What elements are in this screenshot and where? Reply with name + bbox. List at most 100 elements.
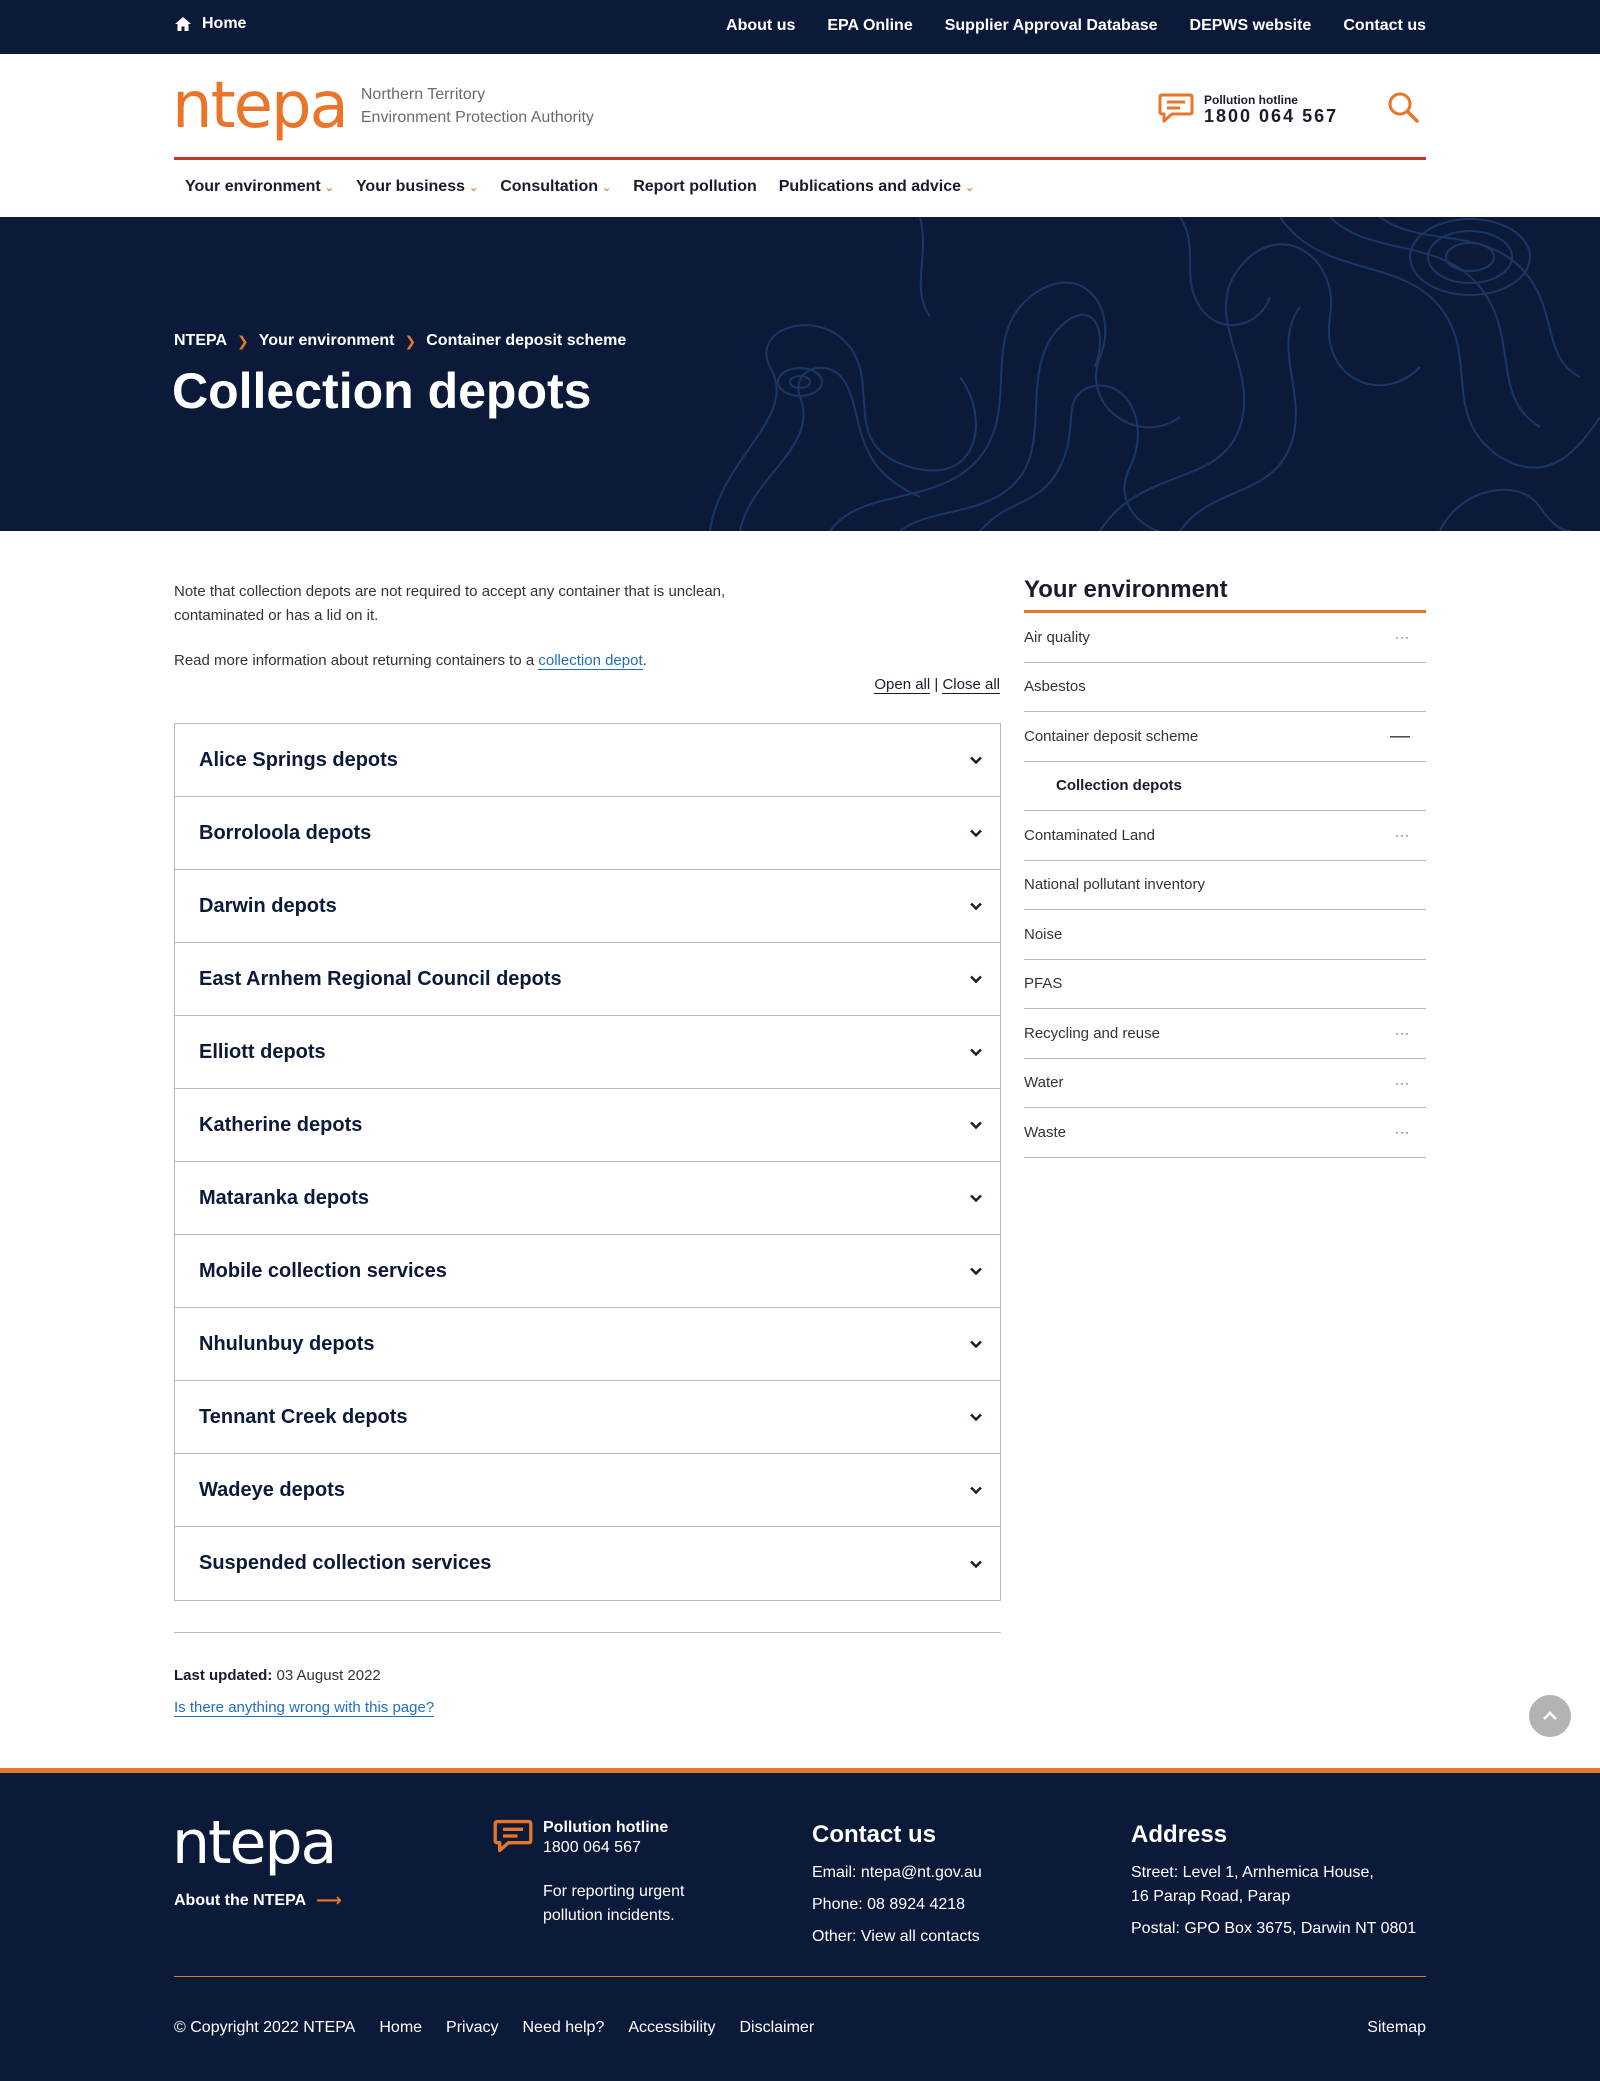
search-button[interactable] [1386, 90, 1422, 126]
logo-line-2: Environment Protection Authority [360, 109, 594, 126]
footer-phone-link[interactable]: Phone: 08 8924 4218 [812, 1896, 965, 1913]
footer-street-1: Street: Level 1, Arnhemica House, [1131, 1864, 1374, 1881]
nav-your-environment[interactable]: Your environment ⌄ [174, 178, 345, 196]
more-icon[interactable]: ··· [1395, 1026, 1410, 1040]
epa-online-link[interactable]: EPA Online [827, 17, 912, 35]
depots-accordion: Alice Springs depots Borroloola depots D… [174, 723, 1001, 1601]
nav-label: Your business [355, 178, 465, 195]
sidebar-item-label: PFAS [1024, 975, 1063, 993]
accordion-item-suspended[interactable]: Suspended collection services [175, 1527, 1000, 1600]
depws-website-link[interactable]: DEPWS website [1190, 17, 1312, 35]
sidebar-item-label: Waste [1024, 1123, 1066, 1141]
sidebar-item-noise[interactable]: Noise [1024, 910, 1426, 960]
header-rule [174, 157, 1426, 160]
footer-hotline-number[interactable]: 1800 064 567 [543, 1839, 641, 1856]
sidebar-item-label: Air quality [1024, 628, 1090, 646]
footer-sitemap-link[interactable]: Sitemap [1367, 2019, 1426, 2037]
main-nav: Your environment ⌄ Your business ⌄ Consult… [174, 178, 985, 196]
logo-mark: ntepa [172, 69, 349, 143]
chevron-right-icon: ❯ [404, 332, 417, 349]
pollution-hotline[interactable]: Pollution hotline 1800 064 567 [1158, 92, 1338, 125]
more-icon[interactable]: ··· [1395, 1125, 1410, 1139]
collapse-icon[interactable]: — [1390, 725, 1410, 748]
back-to-top-button[interactable] [1529, 1695, 1571, 1737]
accordion-title: Tennant Creek depots [199, 1405, 408, 1428]
site-logo[interactable]: ntepa Northern Territory Environment Pro… [172, 74, 594, 138]
read-more-suffix: . [642, 652, 647, 669]
home-label: Home [202, 15, 247, 32]
sidebar-subitem-collection-depots[interactable]: Collection depots [1024, 762, 1426, 811]
accordion-item-borroloola[interactable]: Borroloola depots [175, 797, 1000, 870]
utility-bar: Home About us EPA Online Supplier Approv… [0, 0, 1600, 54]
breadcrumb-your-environment[interactable]: Your environment [259, 332, 395, 350]
chevron-up-icon [1543, 1711, 1557, 1720]
sidebar-heading: Your environment [1024, 576, 1426, 613]
sidebar-item-label: Container deposit scheme [1024, 727, 1199, 745]
open-all-button[interactable]: Open all [874, 676, 931, 694]
chevron-down-icon: ⌄ [324, 181, 334, 194]
footer-disclaimer-link[interactable]: Disclaimer [739, 2019, 814, 2037]
supplier-approval-database-link[interactable]: Supplier Approval Database [945, 17, 1158, 35]
close-all-button[interactable]: Close all [942, 676, 1000, 694]
chevron-down-icon [970, 1048, 982, 1057]
chevron-down-icon [970, 902, 982, 911]
sidebar-item-water[interactable]: Water ··· [1024, 1059, 1426, 1108]
about-us-link[interactable]: About us [726, 17, 795, 35]
sidebar-item-label: Noise [1024, 925, 1063, 943]
footer-accessibility-link[interactable]: Accessibility [628, 2019, 715, 2037]
controls-separator: | [934, 676, 939, 693]
footer-postal: Postal: GPO Box 3675, Darwin NT 0801 [1131, 1920, 1417, 1937]
accordion-item-tennant-creek[interactable]: Tennant Creek depots [175, 1381, 1000, 1454]
nav-label: Report pollution [633, 178, 757, 195]
chevron-down-icon [970, 975, 982, 984]
nav-consultation[interactable]: Consultation ⌄ [489, 178, 622, 196]
footer-contact-heading: Contact us [812, 1821, 937, 1848]
accordion-item-east-arnhem[interactable]: East Arnhem Regional Council depots [175, 943, 1000, 1016]
breadcrumb-ntepa[interactable]: NTEPA [174, 332, 227, 350]
accordion-item-elliott[interactable]: Elliott depots [175, 1016, 1000, 1089]
sidebar-item-contaminated-land[interactable]: Contaminated Land ··· [1024, 811, 1426, 861]
accordion-item-alice-springs[interactable]: Alice Springs depots [175, 724, 1000, 797]
accordion-title: Borroloola depots [199, 821, 372, 844]
more-icon[interactable]: ··· [1395, 630, 1410, 644]
page-hero: NTEPA ❯ Your environment ❯ Container dep… [0, 217, 1600, 531]
sidebar-item-recycling-and-reuse[interactable]: Recycling and reuse ··· [1024, 1009, 1426, 1059]
accordion-item-darwin[interactable]: Darwin depots [175, 870, 1000, 943]
sidebar-item-national-pollutant-inventory[interactable]: National pollutant inventory [1024, 861, 1426, 910]
accordion-item-wadeye[interactable]: Wadeye depots [175, 1454, 1000, 1527]
nav-report-pollution[interactable]: Report pollution [622, 178, 768, 196]
contact-us-link[interactable]: Contact us [1343, 17, 1426, 35]
chevron-down-icon: ⌄ [601, 181, 612, 194]
footer-email-link[interactable]: Email: ntepa@nt.gov.au [812, 1864, 982, 1881]
sidebar-item-pfas[interactable]: PFAS [1024, 960, 1426, 1009]
last-updated-label: Last updated: [174, 1667, 273, 1684]
last-updated: Last updated: 03 August 2022 [174, 1667, 381, 1684]
accordion-item-mobile-collection[interactable]: Mobile collection services [175, 1235, 1000, 1308]
footer-logo: ntepa [172, 1808, 337, 1878]
sidebar-item-asbestos[interactable]: Asbestos [1024, 663, 1426, 712]
footer-privacy-link[interactable]: Privacy [446, 2019, 498, 2037]
chevron-down-icon [970, 1194, 982, 1203]
sidebar-item-waste[interactable]: Waste ··· [1024, 1108, 1426, 1158]
accordion-item-mataranka[interactable]: Mataranka depots [175, 1162, 1000, 1235]
footer-other-contacts-link[interactable]: Other: View all contacts [812, 1928, 980, 1945]
nav-your-business[interactable]: Your business ⌄ [345, 178, 489, 196]
accordion-item-nhulunbuy[interactable]: Nhulunbuy depots [175, 1308, 1000, 1381]
more-icon[interactable]: ··· [1395, 1076, 1410, 1090]
accordion-item-katherine[interactable]: Katherine depots [175, 1089, 1000, 1162]
about-ntepa-link[interactable]: About the NTEPA ⟶ [174, 1890, 342, 1911]
footer-hotline-label: Pollution hotline [543, 1819, 669, 1836]
nav-label: Consultation [500, 178, 598, 195]
footer-need-help-link[interactable]: Need help? [523, 2019, 605, 2037]
home-link[interactable]: Home [174, 15, 246, 33]
sidebar-item-container-deposit-scheme[interactable]: Container deposit scheme — [1024, 712, 1426, 762]
nav-publications-and-advice[interactable]: Publications and advice ⌄ [768, 178, 986, 196]
breadcrumb-container-deposit-scheme[interactable]: Container deposit scheme [426, 332, 626, 350]
more-icon[interactable]: ··· [1395, 828, 1410, 842]
hotline-text: Pollution hotline 1800 064 567 [1204, 92, 1338, 125]
sidebar-item-air-quality[interactable]: Air quality ··· [1024, 613, 1426, 663]
footer-home-link[interactable]: Home [379, 2019, 422, 2037]
footer-hotline-description: For reporting urgent pollution incidents… [543, 1883, 685, 1924]
report-page-issue-link[interactable]: Is there anything wrong with this page? [174, 1699, 435, 1717]
collection-depot-link[interactable]: collection depot [538, 652, 643, 670]
